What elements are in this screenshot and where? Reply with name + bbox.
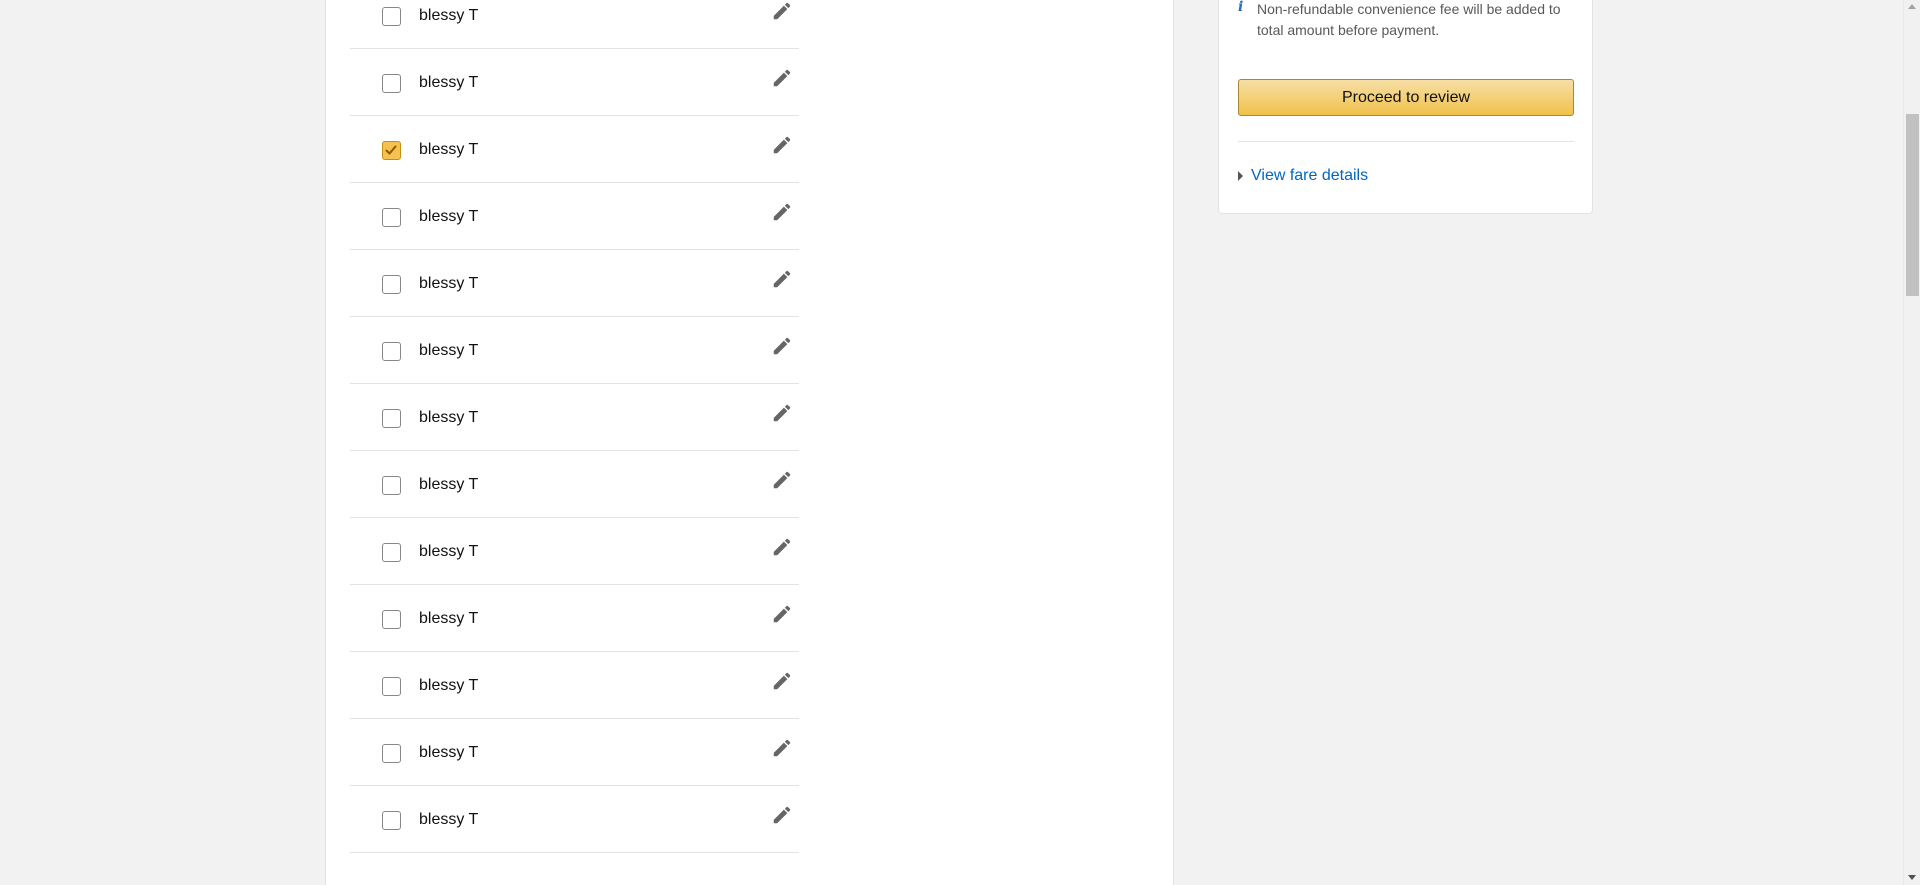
traveller-checkbox[interactable] <box>382 476 401 495</box>
traveller-name: blessy T <box>419 208 479 225</box>
traveller-row: blessy T <box>350 384 799 451</box>
pencil-icon[interactable] <box>771 0 793 22</box>
traveller-row: blessy T <box>350 0 799 49</box>
pencil-icon[interactable] <box>771 469 793 491</box>
traveller-list: blessy T blessy T blessy T blessy T blessy T… <box>350 0 799 853</box>
pencil-icon[interactable] <box>771 268 793 290</box>
traveller-name: blessy T <box>419 409 479 426</box>
traveller-checkbox[interactable] <box>382 677 401 696</box>
pencil-icon[interactable] <box>771 536 793 558</box>
convenience-fee-note: Non-refundable convenience fee will be a… <box>1257 1 1561 38</box>
scrollbar-thumb[interactable] <box>1906 114 1919 296</box>
info-icon: i <box>1238 0 1244 15</box>
pencil-icon[interactable] <box>771 201 793 223</box>
traveller-name: blessy T <box>419 74 479 91</box>
scroll-up-arrow-icon[interactable] <box>1908 4 1916 9</box>
pencil-icon[interactable] <box>771 67 793 89</box>
traveller-row: blessy T <box>350 183 799 250</box>
traveller-row: blessy T <box>350 786 799 853</box>
traveller-row: blessy T <box>350 585 799 652</box>
caret-right-icon <box>1238 171 1243 181</box>
traveller-row: blessy T <box>350 652 799 719</box>
traveller-row: blessy T <box>350 250 799 317</box>
pencil-icon[interactable] <box>771 402 793 424</box>
traveller-name: blessy T <box>419 7 479 24</box>
view-fare-details-label: View fare details <box>1251 167 1369 184</box>
summary-divider <box>1238 141 1574 142</box>
traveller-name: blessy T <box>419 744 479 761</box>
traveller-checkbox[interactable] <box>382 208 401 227</box>
traveller-checkbox[interactable] <box>382 610 401 629</box>
traveller-selection-panel: blessy T blessy T blessy T blessy T blessy T… <box>325 0 1174 885</box>
traveller-checkbox[interactable] <box>382 543 401 562</box>
traveller-name: blessy T <box>419 677 479 694</box>
pencil-icon[interactable] <box>771 335 793 357</box>
booking-summary-panel: i Non-refundable convenience fee will be… <box>1218 0 1593 214</box>
traveller-name: blessy T <box>419 811 479 828</box>
traveller-checkbox[interactable] <box>382 811 401 830</box>
traveller-row: blessy T <box>350 317 799 384</box>
view-fare-details-link[interactable]: View fare details <box>1238 167 1368 185</box>
traveller-name: blessy T <box>419 476 479 493</box>
pencil-icon[interactable] <box>771 134 793 156</box>
traveller-checkbox[interactable] <box>382 7 401 26</box>
pencil-icon[interactable] <box>771 603 793 625</box>
traveller-name: blessy T <box>419 543 479 560</box>
pencil-icon[interactable] <box>771 737 793 759</box>
traveller-name: blessy T <box>419 610 479 627</box>
traveller-checkbox[interactable] <box>382 275 401 294</box>
traveller-name: blessy T <box>419 275 479 292</box>
traveller-checkbox[interactable] <box>382 342 401 361</box>
traveller-checkbox[interactable] <box>382 141 401 160</box>
traveller-name: blessy T <box>419 141 479 158</box>
traveller-row: blessy T <box>350 116 799 183</box>
traveller-row: blessy T <box>350 719 799 786</box>
traveller-checkbox[interactable] <box>382 409 401 428</box>
page-scrollbar[interactable] <box>1903 0 1920 885</box>
pencil-icon[interactable] <box>771 670 793 692</box>
pencil-icon[interactable] <box>771 804 793 826</box>
traveller-row: blessy T <box>350 451 799 518</box>
scroll-down-arrow-icon[interactable] <box>1908 875 1916 880</box>
traveller-checkbox[interactable] <box>382 744 401 763</box>
traveller-checkbox[interactable] <box>382 74 401 93</box>
traveller-name: blessy T <box>419 342 479 359</box>
traveller-row: blessy T <box>350 49 799 116</box>
traveller-row: blessy T <box>350 518 799 585</box>
proceed-to-review-button[interactable]: Proceed to review <box>1238 79 1574 116</box>
